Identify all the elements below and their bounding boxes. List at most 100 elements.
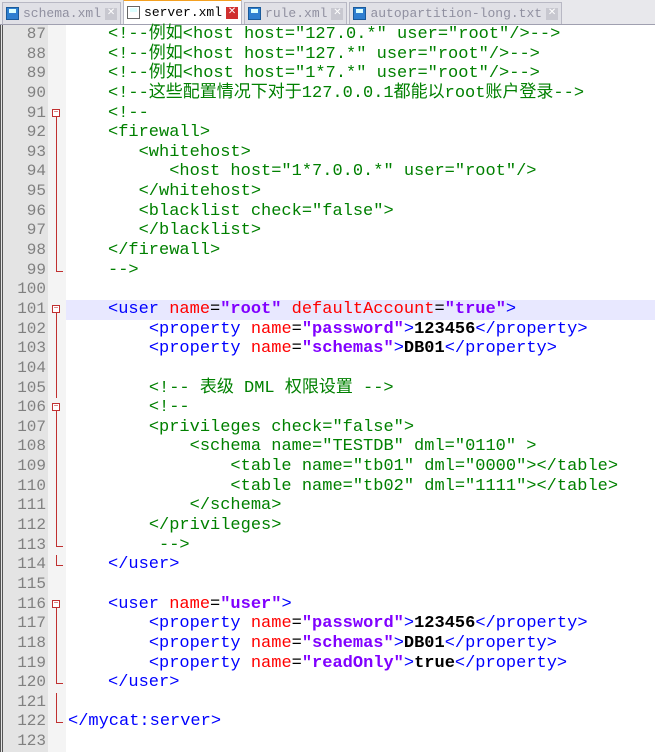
fold-margin [48, 358, 66, 379]
line-number: 87 [0, 25, 48, 45]
code-token: name [250, 653, 292, 673]
close-tab-icon[interactable]: ✕ [105, 7, 118, 20]
code-token: "root" [220, 299, 282, 319]
code-line: 98 </firewall> [0, 241, 655, 261]
fold-margin [48, 614, 66, 634]
code-line: 114 </user> [0, 555, 655, 575]
code-line: 89 <!--例如<host host="1*7.*" user="root"/>… [0, 64, 655, 84]
code-line: 100 [0, 280, 655, 300]
code-token: name [169, 299, 211, 319]
line-number: 106 [0, 398, 48, 418]
code-token: > [393, 633, 404, 653]
code-token: > [505, 299, 517, 319]
line-number: 94 [0, 162, 48, 183]
code-token: <whitehost> [138, 142, 251, 162]
code-line: 108 <schema name="TESTDB" dml="0110" > [0, 437, 655, 458]
code-token: name [169, 594, 211, 614]
save-file-icon [127, 6, 141, 19]
code-line: 122 </mycat:server> [0, 712, 655, 733]
line-number: 121 [0, 692, 48, 713]
code-token: = [210, 299, 221, 319]
fold-margin [48, 476, 66, 497]
line-number: 112 [0, 516, 48, 536]
fold-margin [48, 712, 66, 733]
code-token: <blacklist check="false"> [138, 201, 394, 221]
code-token: </blacklist> [138, 221, 262, 241]
code-token: 123456 [414, 614, 476, 634]
fold-margin [48, 535, 66, 556]
fold-margin [48, 280, 66, 300]
code-token: "schemas" [301, 339, 394, 359]
fold-margin [48, 653, 66, 674]
code-token: > [403, 614, 415, 634]
code-token: = [291, 633, 302, 653]
line-number: 111 [0, 496, 48, 517]
line-number: 98 [0, 241, 48, 261]
fold-collapse-icon[interactable]: − [52, 108, 60, 117]
close-tab-icon[interactable]: ✕ [331, 7, 344, 20]
code-token: = [210, 594, 221, 614]
code-token: <property [148, 319, 251, 339]
fold-margin [48, 457, 66, 477]
code-line: 107 <privileges check="false"> [0, 417, 655, 438]
code-token: <user [108, 299, 170, 319]
line-number: 89 [0, 64, 48, 84]
line-number: 105 [0, 378, 48, 399]
code-token: > [281, 594, 292, 614]
code-token: = [434, 299, 445, 319]
code-token: "schemas" [301, 633, 394, 653]
code-token: <!--例如<host host="1*7.*" user="root"/>--… [108, 64, 540, 84]
code-line: 93 <whitehost> [0, 142, 655, 163]
code-editor[interactable]: 87 <!--例如<host host="127.0.*" user="root"… [0, 25, 655, 752]
code-token: DB01 [403, 633, 445, 653]
code-token: name [250, 633, 292, 653]
code-token: > [403, 653, 415, 673]
code-token: <schema name="TESTDB" dml="0110" > [189, 437, 537, 457]
fold-margin: − [48, 594, 66, 615]
line-number: 88 [0, 44, 48, 65]
code-token: 123456 [414, 319, 476, 339]
fold-margin [48, 260, 66, 281]
code-token: <property [148, 339, 251, 359]
code-token: <!-- [108, 103, 149, 123]
line-number: 107 [0, 417, 48, 438]
code-token: <table name="tb02" dml="1111"></table> [230, 476, 619, 496]
fold-margin: − [48, 299, 66, 320]
fold-margin [48, 437, 66, 458]
close-tab-icon[interactable]: ✕ [226, 6, 239, 19]
line-number: 113 [0, 535, 48, 556]
fold-collapse-icon[interactable]: − [52, 304, 60, 313]
fold-margin [48, 692, 66, 713]
code-token: </schema> [189, 496, 282, 516]
code-token: </property> [454, 653, 568, 673]
code-line: 91− <!-- [0, 103, 655, 124]
line-number: 96 [0, 201, 48, 222]
code-token: <property [148, 614, 251, 634]
line-number: 91 [0, 103, 48, 124]
code-token: </property> [444, 339, 557, 359]
code-token: <user [108, 594, 170, 614]
code-token: <!-- [148, 398, 190, 418]
code-token: "user" [220, 594, 282, 614]
code-token: > [403, 319, 415, 339]
fold-margin [48, 417, 66, 438]
tab-server-xml[interactable]: server.xml ✕ [123, 0, 243, 24]
code-token: DB01 [403, 339, 445, 359]
fold-margin [48, 241, 66, 261]
tab-rule-xml[interactable]: rule.xml ✕ [244, 2, 348, 24]
close-tab-icon[interactable]: ✕ [546, 7, 559, 20]
code-token: </privileges> [148, 516, 282, 536]
fold-collapse-icon[interactable]: − [52, 599, 60, 608]
code-token: <!--例如<host host="127.0.*" user="root"/>… [108, 25, 561, 44]
code-line: 106− <!-- [0, 398, 655, 418]
code-line: 87 <!--例如<host host="127.0.*" user="root"… [0, 25, 655, 45]
tab-schema-xml[interactable]: schema.xml ✕ [2, 2, 122, 24]
tab-autopartition-long-txt[interactable]: autopartition-long.txt ✕ [349, 2, 563, 24]
fold-collapse-icon[interactable]: − [52, 403, 60, 412]
line-number: 92 [0, 123, 48, 143]
code-line: 101− <user name="root" defaultAccount="tr… [0, 299, 655, 320]
fold-margin [48, 44, 66, 65]
line-number: 109 [0, 457, 48, 477]
code-token: name [250, 319, 292, 339]
code-line: 97 </blacklist> [0, 221, 655, 242]
